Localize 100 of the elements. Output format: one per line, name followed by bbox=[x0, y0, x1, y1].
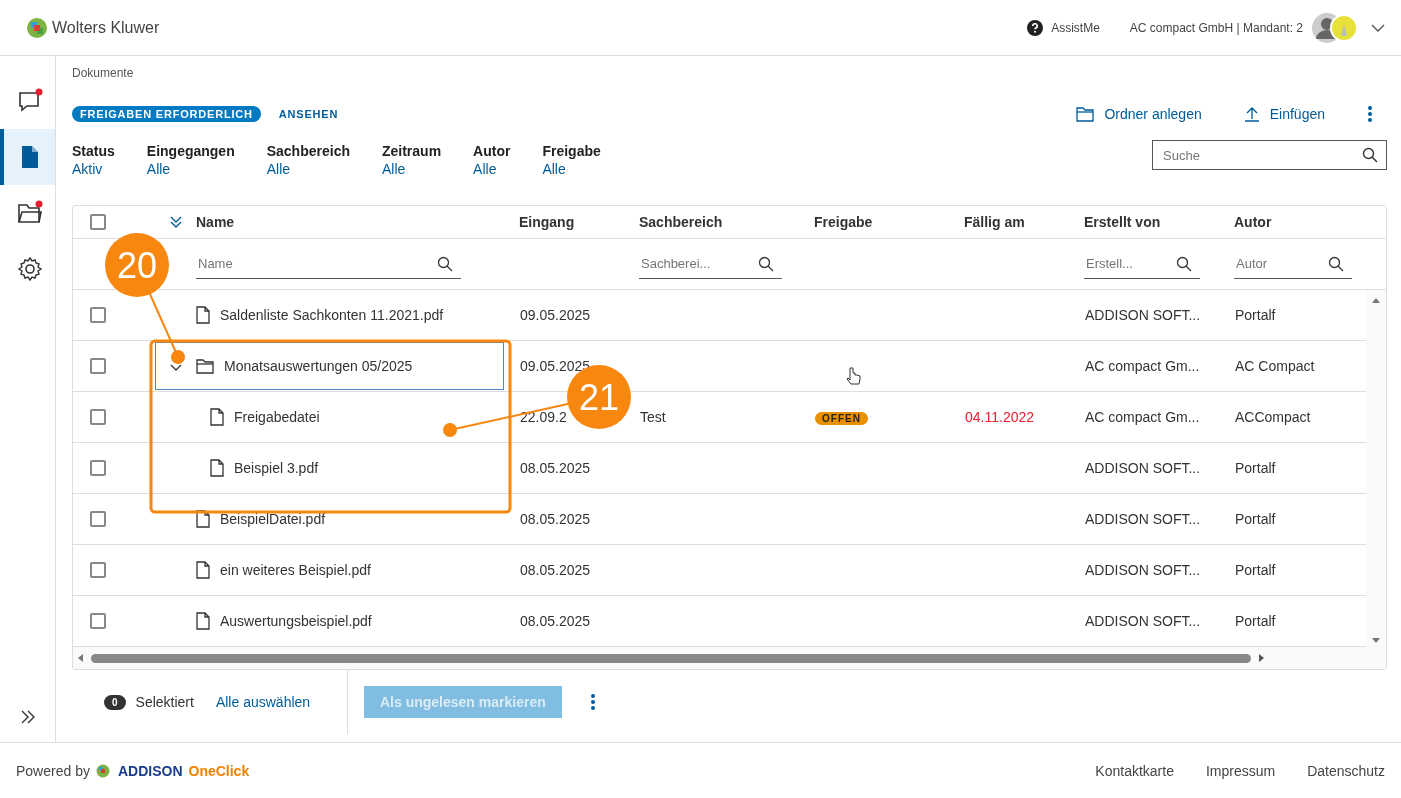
collapse-all-icon[interactable] bbox=[169, 215, 183, 229]
table-cell: ADDISON SOFT... bbox=[1085, 511, 1201, 527]
account-name: AC compact GmbH | Mandant: 2 bbox=[1129, 20, 1303, 35]
filter-label: Sachbereich bbox=[266, 143, 350, 159]
checkbox[interactable] bbox=[90, 511, 106, 527]
file-name[interactable]: ein weiteres Beispiel.pdf bbox=[220, 562, 371, 578]
sidebar-item[interactable] bbox=[0, 129, 55, 185]
filter-label: Eingegangen bbox=[146, 143, 235, 159]
folder-icon bbox=[196, 358, 214, 374]
selection-label: Selektiert bbox=[135, 694, 194, 710]
file-icon bbox=[210, 459, 224, 477]
footer-link[interactable]: Impressum bbox=[1205, 762, 1276, 779]
column-filter-field[interactable]: Name bbox=[196, 255, 437, 272]
callout-badge: 20 bbox=[105, 233, 169, 297]
assist-link[interactable]: AssistMe bbox=[1027, 19, 1100, 36]
file-icon bbox=[196, 510, 210, 528]
table-cell: 04.11.2022 bbox=[965, 409, 1035, 425]
table-cell: 09.05.2025 bbox=[520, 307, 591, 323]
search-icon bbox=[1328, 255, 1344, 272]
column-header[interactable]: Fällig am bbox=[964, 214, 1025, 230]
logo-icon bbox=[26, 16, 48, 39]
checkbox[interactable] bbox=[90, 562, 106, 578]
table-cell: Portalf bbox=[1235, 307, 1276, 323]
file-name[interactable]: Monatsauswertungen 05/2025 bbox=[224, 358, 413, 374]
checkbox[interactable] bbox=[90, 307, 106, 323]
settings-icon bbox=[16, 256, 43, 282]
help-icon bbox=[1027, 19, 1044, 36]
breadcrumb[interactable]: Dokumente bbox=[72, 56, 134, 80]
filter-label: Status bbox=[72, 143, 115, 159]
toolbar-action[interactable]: Einfügen bbox=[1243, 106, 1325, 122]
column-filter-field[interactable]: Sachberei... bbox=[639, 255, 758, 272]
filter-value[interactable]: Alle bbox=[146, 161, 235, 177]
file-name[interactable]: BeispielDatei.pdf bbox=[220, 511, 326, 527]
filter-label: Autor bbox=[473, 143, 511, 159]
table-cell: Test bbox=[640, 409, 666, 425]
table-cell: 08.05.2025 bbox=[520, 613, 591, 629]
pointer-cursor-icon bbox=[846, 367, 861, 385]
table-cell: AC Compact bbox=[1235, 358, 1315, 374]
checkbox[interactable] bbox=[90, 214, 106, 230]
file-name[interactable]: Freigabedatei bbox=[234, 409, 320, 425]
vertical-scrollbar[interactable] bbox=[1366, 290, 1386, 647]
filter-value[interactable]: Alle bbox=[542, 161, 601, 177]
filter-value[interactable]: Alle bbox=[266, 161, 350, 177]
expand-icon[interactable] bbox=[19, 710, 36, 724]
more-icon[interactable] bbox=[589, 693, 596, 711]
checkbox[interactable] bbox=[90, 460, 106, 476]
toolbar-action[interactable]: Ordner anlegen bbox=[1076, 106, 1202, 122]
table-cell: 08.05.2025 bbox=[520, 562, 591, 578]
column-filter-field[interactable]: Autor bbox=[1234, 255, 1328, 272]
footer-link[interactable]: Datenschutz bbox=[1307, 762, 1385, 779]
checkbox[interactable] bbox=[90, 358, 106, 374]
table-cell: AC compact Gm... bbox=[1085, 358, 1200, 374]
scroll-right-icon[interactable] bbox=[1257, 653, 1265, 663]
checkbox[interactable] bbox=[90, 613, 106, 629]
powered-by-text: Powered by bbox=[16, 762, 90, 779]
callout-dot bbox=[171, 350, 185, 364]
footer-link[interactable]: Kontaktkarte bbox=[1095, 762, 1174, 779]
scroll-left-icon[interactable] bbox=[77, 653, 85, 663]
column-header[interactable]: Erstellt von bbox=[1084, 214, 1161, 230]
logo-icon bbox=[95, 763, 110, 778]
tab[interactable]: ANSEHEN bbox=[270, 106, 347, 122]
column-header[interactable]: Sachbereich bbox=[639, 214, 723, 230]
filter-value[interactable]: Aktiv bbox=[72, 161, 115, 177]
select-all-link[interactable]: Alle auswählen bbox=[215, 694, 311, 710]
horizontal-scrollbar[interactable] bbox=[73, 647, 1386, 669]
file-icon bbox=[196, 561, 210, 579]
table-cell: Portalf bbox=[1235, 613, 1276, 629]
file-name[interactable]: Beispiel 3.pdf bbox=[234, 460, 319, 476]
file-name[interactable]: Auswertungsbeispiel.pdf bbox=[220, 613, 372, 629]
table-cell: ADDISON SOFT... bbox=[1085, 307, 1201, 323]
scroll-down-icon[interactable] bbox=[1371, 637, 1381, 645]
filter-value[interactable]: Alle bbox=[473, 161, 511, 177]
filter-label: Zeitraum bbox=[381, 143, 442, 159]
column-header[interactable]: Name bbox=[196, 214, 235, 230]
table-cell: 09.05.2025 bbox=[520, 358, 591, 374]
table-cell: ACCompact bbox=[1235, 409, 1311, 425]
filter-label: Freigabe bbox=[542, 143, 601, 159]
table-cell: 08.05.2025 bbox=[520, 511, 591, 527]
column-header[interactable]: Eingang bbox=[519, 214, 575, 230]
table-cell: AC compact Gm... bbox=[1085, 409, 1200, 425]
search-icon bbox=[758, 255, 774, 272]
column-filter-field[interactable]: Erstell... bbox=[1084, 255, 1176, 272]
status-badge: OFFEN bbox=[815, 412, 868, 425]
search-icon bbox=[1176, 255, 1192, 272]
chevron-down-icon[interactable] bbox=[1371, 23, 1385, 32]
count-badge: 0 bbox=[104, 694, 126, 710]
table-cell: ADDISON SOFT... bbox=[1085, 613, 1201, 629]
file-icon bbox=[196, 306, 210, 324]
file-name[interactable]: Saldenliste Sachkonten 11.2021.pdf bbox=[220, 307, 444, 323]
addison-brand: ADDISON bbox=[117, 762, 183, 779]
tab[interactable]: FREIGABEN ERFORDERLICH bbox=[72, 106, 261, 122]
more-icon[interactable] bbox=[1367, 105, 1373, 123]
table-cell: 22.09.2 bbox=[520, 409, 567, 425]
table-cell: ADDISON SOFT... bbox=[1085, 460, 1201, 476]
checkbox[interactable] bbox=[90, 409, 106, 425]
filter-value[interactable]: Alle bbox=[381, 161, 442, 177]
column-header[interactable]: Autor bbox=[1234, 214, 1272, 230]
column-header[interactable]: Freigabe bbox=[814, 214, 873, 230]
scroll-up-icon[interactable] bbox=[1371, 296, 1381, 304]
folder-icon bbox=[1076, 106, 1095, 122]
